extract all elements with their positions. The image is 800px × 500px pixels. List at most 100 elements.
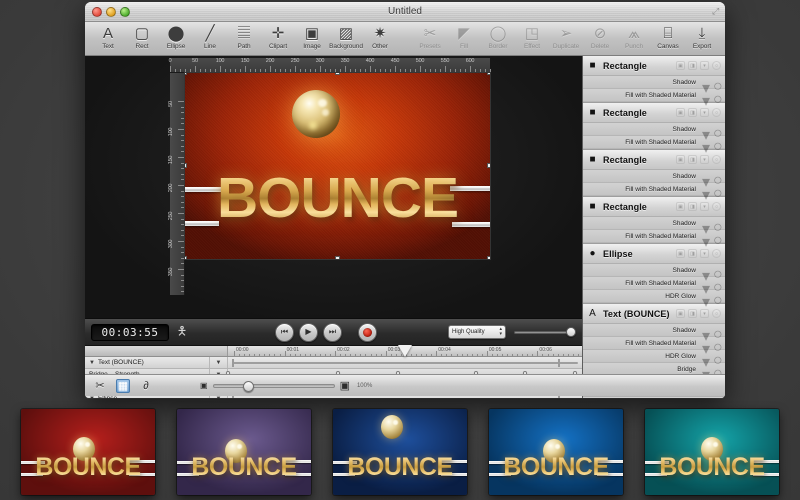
thumbnail-preset-teal[interactable]: BOUNCE <box>645 409 779 495</box>
go-to-start-button[interactable]: ⏮ <box>275 323 294 342</box>
options-icon[interactable]: ○ <box>712 108 721 117</box>
effect-visibility-icon[interactable]: ▾ <box>702 326 710 334</box>
timeline-row[interactable]: ▼Text (BOUNCE)▼ <box>85 357 582 369</box>
vertical-ruler[interactable]: 50100150200250300350 <box>170 73 185 295</box>
lock-icon[interactable]: ▣ <box>676 249 685 258</box>
artboard[interactable]: BOUNCE <box>185 73 490 259</box>
selection-handle[interactable] <box>335 73 340 75</box>
effect-options-icon[interactable]: ○ <box>713 138 721 146</box>
layer-effect-row[interactable]: Fill with Shaded Material▾○ <box>583 89 725 102</box>
toolbar-path-button[interactable]: 𝄚Path <box>227 24 261 56</box>
effect-options-icon[interactable]: ○ <box>713 125 721 133</box>
toolbar-background-button[interactable]: ▨Background <box>329 24 363 56</box>
play-button[interactable]: ▶ <box>299 323 318 342</box>
effect-options-icon[interactable]: ○ <box>713 219 721 227</box>
effect-visibility-icon[interactable]: ▾ <box>702 185 710 193</box>
effect-options-icon[interactable]: ○ <box>713 326 721 334</box>
visibility-icon[interactable]: ◨ <box>688 108 697 117</box>
lock-icon[interactable]: ▣ <box>676 108 685 117</box>
layer-effect-row[interactable]: HDR Glow▾○ <box>583 350 725 363</box>
marker-add-icon[interactable]: 🯅 <box>175 324 189 341</box>
curve-tool-icon[interactable]: ∂ <box>139 379 153 393</box>
layer-effect-row[interactable]: Fill with Radial Gradient▾○ <box>583 397 725 398</box>
lock-icon[interactable]: ▣ <box>676 155 685 164</box>
toolbar-ellipse-button[interactable]: ⬤Ellipse <box>159 24 193 56</box>
zoom-slider[interactable] <box>213 384 335 388</box>
quality-select[interactable]: High Quality ▴▾ <box>448 325 506 339</box>
layers-panel[interactable]: ■Rectangle▣◨▾○Shadow▾○Fill with Shaded M… <box>582 56 725 398</box>
effect-visibility-icon[interactable]: ▾ <box>702 219 710 227</box>
effect-options-icon[interactable]: ○ <box>713 91 721 99</box>
collapse-icon[interactable]: ▾ <box>700 202 709 211</box>
toolbar-text-button[interactable]: AText <box>91 24 125 56</box>
horizontal-ruler[interactable]: 050100150200250300350400450500550600 <box>170 58 490 73</box>
effect-options-icon[interactable]: ○ <box>713 279 721 287</box>
grid-tool-icon[interactable]: ▦ <box>116 379 130 393</box>
options-icon[interactable]: ○ <box>712 202 721 211</box>
timeline-range-cap[interactable] <box>232 359 234 367</box>
zoom-out-icon[interactable]: ▣ <box>200 381 208 390</box>
preview-scale-slider[interactable] <box>514 325 576 339</box>
options-icon[interactable]: ○ <box>712 249 721 258</box>
timeline-row-name[interactable]: ▼Text (BOUNCE) <box>85 357 210 368</box>
layer-effect-row[interactable]: Shadow▾○ <box>583 217 725 230</box>
disclosure-triangle-icon[interactable]: ▼ <box>89 360 95 366</box>
collapse-icon[interactable]: ▾ <box>700 61 709 70</box>
effect-visibility-icon[interactable]: ▾ <box>702 352 710 360</box>
timeline-range-cap[interactable] <box>558 359 560 367</box>
timeline-row-menu-icon[interactable]: ▼ <box>210 357 228 368</box>
effect-visibility-icon[interactable]: ▾ <box>702 279 710 287</box>
selection-handle[interactable] <box>487 163 490 168</box>
selection-handle[interactable] <box>487 73 490 75</box>
effect-visibility-icon[interactable]: ▾ <box>702 91 710 99</box>
timeline-track[interactable] <box>228 357 582 368</box>
lock-icon[interactable]: ▣ <box>676 61 685 70</box>
go-to-end-button[interactable]: ⏭ <box>323 323 342 342</box>
selection-handle[interactable] <box>487 256 490 259</box>
selection-handle[interactable] <box>185 256 187 259</box>
canvas-zoom-control[interactable]: ▣ ▣ 100% <box>200 379 372 392</box>
effect-visibility-icon[interactable]: ▾ <box>702 172 710 180</box>
effect-visibility-icon[interactable]: ▾ <box>702 339 710 347</box>
collapse-icon[interactable]: ▾ <box>700 309 709 318</box>
options-icon[interactable]: ○ <box>712 309 721 318</box>
effect-options-icon[interactable]: ○ <box>713 292 721 300</box>
lock-icon[interactable]: ▣ <box>676 309 685 318</box>
toolbar-rect-button[interactable]: ▢Rect <box>125 24 159 56</box>
layer-effect-row[interactable]: Shadow▾○ <box>583 123 725 136</box>
effect-visibility-icon[interactable]: ▾ <box>702 365 710 373</box>
effect-options-icon[interactable]: ○ <box>713 232 721 240</box>
layer-effect-row[interactable]: HDR Glow▾○ <box>583 290 725 303</box>
thumbnail-preset-navy[interactable]: BOUNCE <box>333 409 467 495</box>
layer-effect-row[interactable]: Shadow▾○ <box>583 264 725 277</box>
effect-visibility-icon[interactable]: ▾ <box>702 78 710 86</box>
visibility-icon[interactable]: ◨ <box>688 61 697 70</box>
layer-effect-row[interactable]: Fill with Shaded Material▾○ <box>583 230 725 243</box>
zoom-in-icon[interactable]: ▣ <box>340 379 350 392</box>
options-icon[interactable]: ○ <box>712 61 721 70</box>
collapse-icon[interactable]: ▾ <box>700 108 709 117</box>
toolbar-export-button[interactable]: ⤓Export <box>685 24 719 56</box>
effects-tool-icon[interactable]: ✂ <box>93 379 107 393</box>
timeline-ruler[interactable]: 00:0000:0100:0200:0300:0400:0500:06 <box>85 346 582 357</box>
visibility-icon[interactable]: ◨ <box>688 155 697 164</box>
toolbar-clipart-button[interactable]: ✛Clipart <box>261 24 295 56</box>
effect-options-icon[interactable]: ○ <box>713 266 721 274</box>
effect-options-icon[interactable]: ○ <box>713 352 721 360</box>
effect-visibility-icon[interactable]: ▾ <box>702 232 710 240</box>
canvas-area[interactable]: 050100150200250300350400450500550600 501… <box>85 56 582 318</box>
effect-options-icon[interactable]: ○ <box>713 365 721 373</box>
toolbar-line-button[interactable]: ╱Line <box>193 24 227 56</box>
layer-row[interactable]: ■Rectangle▣◨▾○ <box>583 56 725 76</box>
timecode-display[interactable]: 00:03:55 <box>91 324 169 341</box>
collapse-icon[interactable]: ▾ <box>700 249 709 258</box>
layer-effect-row[interactable]: Fill with Shaded Material▾○ <box>583 136 725 149</box>
selection-handle[interactable] <box>185 163 187 168</box>
zoom-slider-handle[interactable] <box>243 381 254 392</box>
visibility-icon[interactable]: ◨ <box>688 249 697 258</box>
options-icon[interactable]: ○ <box>712 155 721 164</box>
visibility-icon[interactable]: ◨ <box>688 202 697 211</box>
visibility-icon[interactable]: ◨ <box>688 309 697 318</box>
effect-visibility-icon[interactable]: ▾ <box>702 266 710 274</box>
thumbnail-preset-blue[interactable]: BOUNCE <box>489 409 623 495</box>
